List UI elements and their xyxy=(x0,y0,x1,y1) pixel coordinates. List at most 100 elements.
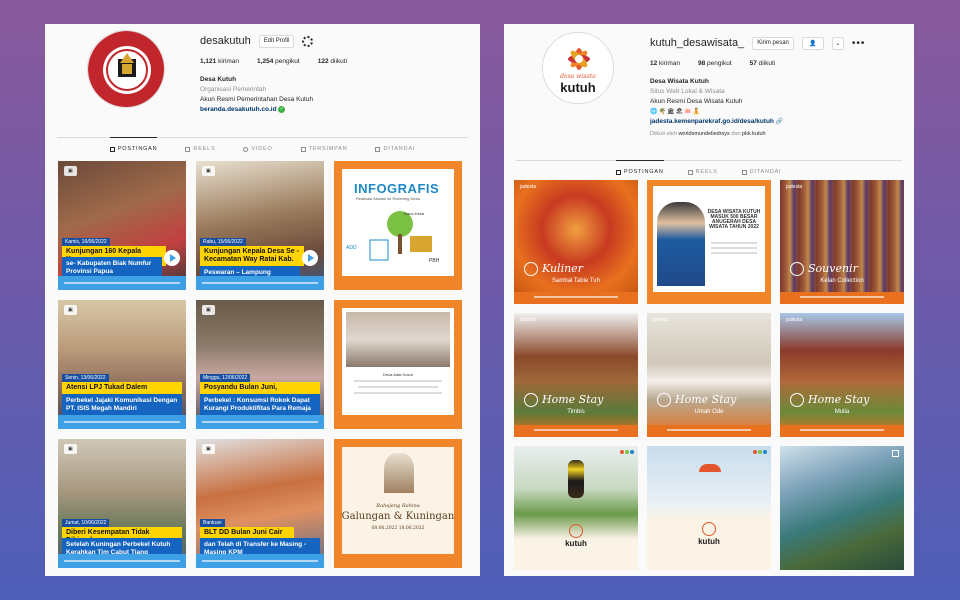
post-tile[interactable]: jadesta Souvenir Kelan Collection xyxy=(780,180,904,304)
post-title: Kuliner xyxy=(542,262,583,275)
avatar-tagline: desa wisata xyxy=(560,73,596,80)
tab-tersimpan[interactable]: TERSIMPAN xyxy=(300,138,348,152)
partner-logos xyxy=(753,450,767,454)
post-date: Jumat, 10/06/2022 xyxy=(62,519,110,527)
post-photo xyxy=(780,446,904,570)
posts-grid: ▣ Kamis, 16/06/2022 Kunjungan 160 Kepala… xyxy=(58,161,462,568)
follow-person-button[interactable]: 👤 xyxy=(801,36,824,50)
post-tile[interactable]: jadesta Home Stay Timbis xyxy=(514,313,638,437)
tab-video[interactable]: VIDEO xyxy=(243,138,272,152)
post-date: Bantuan xyxy=(200,519,225,527)
link-icon: 🔗 xyxy=(775,119,784,125)
posts-stat[interactable]: 12 kiriman xyxy=(650,60,680,67)
post-subtitle: Sambal Tabie Tuh xyxy=(552,278,600,284)
followers-stat[interactable]: 1,254 pengikut xyxy=(257,58,300,65)
post-tile[interactable]: Rahajeng Rahina Galungan & Kuningan 08.0… xyxy=(334,439,462,568)
flower-logo-icon xyxy=(524,393,538,407)
profile-avatar[interactable]: desa wisata kutuh xyxy=(542,32,614,104)
desa-logo-badge: ▣ xyxy=(64,444,77,454)
post-tile[interactable]: ▣ Senin, 13/06/2022 Atensi LPJ Tukad Dal… xyxy=(58,300,186,429)
profile-website-link[interactable]: beranda.desakutuh.co.id xyxy=(200,106,277,113)
profile-bio-line: Akun Resmi Desa Wisata Kutuh xyxy=(650,98,743,105)
post-tile[interactable]: jadesta Home Stay Mulia xyxy=(780,313,904,437)
post-subheadline: Perbekel Jajaki Komunikasi Dengan PT. IS… xyxy=(62,394,182,416)
profile-header: desakutuh Edit Profil 1,121 kiriman 1,25… xyxy=(45,24,480,136)
money-tree-icon xyxy=(369,211,432,261)
tab-postingan[interactable]: POSTINGAN xyxy=(109,137,158,152)
post-date: Kamis, 16/06/2022 xyxy=(62,238,110,246)
person-check-icon: 👤 xyxy=(809,40,817,47)
post-tile[interactable]: ▣ Rabu, 15/06/2022 Kunjungan Kepala Desa… xyxy=(196,161,324,290)
post-tile[interactable]: kutuh xyxy=(514,446,638,570)
post-tile[interactable]: kutuh xyxy=(647,446,771,570)
post-title: Home Stay xyxy=(675,393,737,406)
posts-stat[interactable]: 1,121 kiriman xyxy=(200,58,239,65)
edit-profile-button[interactable]: Edit Profil xyxy=(258,34,295,48)
profile-name: Desa Kutuh xyxy=(200,76,237,83)
post-footer-bar xyxy=(647,425,771,437)
flower-logo-icon xyxy=(569,524,583,538)
flower-logo-icon xyxy=(790,262,804,276)
tagged-icon xyxy=(741,169,747,175)
desa-logo-badge: ▣ xyxy=(64,166,77,176)
play-icon xyxy=(164,250,180,266)
post-tile[interactable]: ▣ Bantuan BLT DD Bulan Juni Cair dan Tel… xyxy=(196,439,324,568)
following-stat[interactable]: 57 diikuti xyxy=(750,60,776,67)
post-tile[interactable] xyxy=(780,446,904,570)
more-options-icon[interactable]: ••• xyxy=(852,38,866,49)
player-figure xyxy=(568,460,584,498)
send-message-button[interactable]: Kirim pesan xyxy=(752,36,794,50)
grid-icon xyxy=(616,169,621,175)
video-icon xyxy=(243,146,249,152)
post-footer-bar xyxy=(780,425,904,437)
posts-grid: jadesta Kuliner Sambal Tabie Tuh DESA WI… xyxy=(514,180,904,570)
greeting-text: Rahajeng Rahina xyxy=(376,503,420,509)
post-headline: Kunjungan Kepala Desa Se - Kecamatan Way… xyxy=(200,246,304,266)
post-tile[interactable]: jadesta Home Stay Umah Ode xyxy=(647,313,771,437)
post-photo xyxy=(780,180,904,304)
suggestions-dropdown-button[interactable]: ⌄ xyxy=(831,36,844,50)
following-stat[interactable]: 122 diikuti xyxy=(318,58,347,65)
post-tile[interactable]: INFOGRAFIS Realisasi Alokasi ke Rekening… xyxy=(334,161,462,290)
post-title: Souvenir xyxy=(808,262,858,275)
post-headline: Atensi LPJ Tukad Dalem xyxy=(62,382,182,394)
partner-logos xyxy=(620,450,634,454)
tab-postingan[interactable]: POSTINGAN xyxy=(616,160,664,175)
post-tile[interactable]: ▣ Minggu, 12/06/2022 Posyandu Bulan Juni… xyxy=(196,300,324,429)
desa-logo-badge: ▣ xyxy=(202,444,215,454)
jadesta-logo: jadesta xyxy=(786,317,803,323)
profile-avatar[interactable] xyxy=(87,30,165,108)
tab-ditandai[interactable]: DITANDAI xyxy=(741,161,782,175)
infographic-subtitle: Realisasi Alokasi ke Rekening Desa xyxy=(356,196,420,201)
post-footer-bar xyxy=(514,425,638,437)
profile-website-link[interactable]: jadesta.kemenparekraf.go.id/desa/kutuh xyxy=(650,118,774,125)
jadesta-logo: jadesta xyxy=(520,184,537,190)
followers-stat[interactable]: 98 pengikut xyxy=(698,60,732,67)
post-tile[interactable]: DESA WISATA KUTUH MASUK 500 BESAR ANUGER… xyxy=(647,180,771,304)
post-tile[interactable]: jadesta Kuliner Sambal Tabie Tuh xyxy=(514,180,638,304)
flower-logo-icon xyxy=(657,393,671,407)
profile-stats: 12 kiriman 98 pengikut 57 diikuti xyxy=(650,60,905,67)
followed-by-text[interactable]: Diikuti oleh worldsmundeliedrsys dan pkk… xyxy=(650,129,905,139)
settings-gear-icon[interactable] xyxy=(302,35,314,47)
tab-ditandai[interactable]: DITANDAI xyxy=(375,138,415,152)
username: kutuh_desawisata_ xyxy=(650,37,745,49)
grid-icon xyxy=(109,146,115,152)
jadesta-logo: jadesta xyxy=(520,317,537,323)
post-date: Senin, 13/06/2022 xyxy=(62,374,109,382)
post-photo xyxy=(346,312,450,367)
post-footer-bar xyxy=(514,292,638,304)
flower-logo-icon xyxy=(790,393,804,407)
post-footer-bar xyxy=(196,276,324,290)
post-tile[interactable]: Desa Adat Kutuh xyxy=(334,300,462,429)
post-tile[interactable]: ▣ Kamis, 16/06/2022 Kunjungan 160 Kepala… xyxy=(58,161,186,290)
desakutuh-profile-panel: desakutuh Edit Profil 1,121 kiriman 1,25… xyxy=(45,24,480,576)
reels-icon xyxy=(687,169,693,175)
bio-emoji-row: 🌐🌴🏛🏖🪷🧘 xyxy=(650,109,702,115)
tab-reels[interactable]: REELS xyxy=(687,161,718,175)
paraglider-shape xyxy=(699,464,721,472)
tab-reels[interactable]: REELS xyxy=(185,138,215,152)
jadesta-logo: jadesta xyxy=(653,317,670,323)
post-tile[interactable]: ▣ Jumat, 10/06/2022 Diberi Kesempatan Ti… xyxy=(58,439,186,568)
profile-bio-line: Akun Resmi Pemerintahan Desa Kutuh xyxy=(200,96,314,103)
